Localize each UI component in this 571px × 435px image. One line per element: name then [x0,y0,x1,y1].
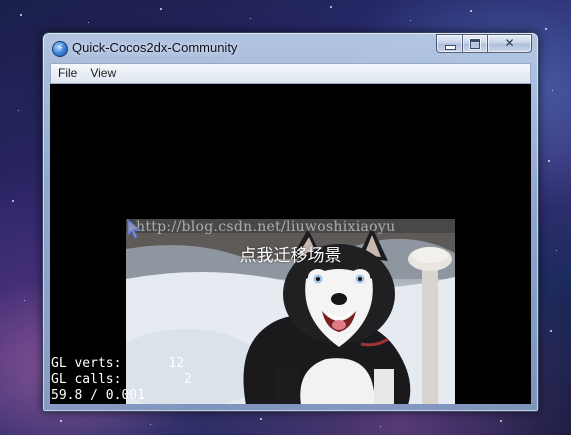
stats-verts-row: GL verts: 12 [51,356,192,372]
window-title: Quick-Cocos2dx-Community [72,40,238,55]
lightning-icon[interactable]: ⚡ [52,41,68,57]
close-icon: ✕ [504,36,515,50]
watermark-text: http://blog.csdn.net/liuwoshixiaoyu [136,219,396,235]
stats-verts-value: 12 [168,356,185,371]
menu-view[interactable]: View [83,64,122,83]
game-view[interactable]: http://blog.csdn.net/liuwoshixiaoyu 点我迁移… [50,84,531,404]
stats-calls-row: GL calls: 2 [51,372,192,388]
stats-calls-value: 2 [184,372,192,387]
stats-fps-row: 59.8 / 0.001 [51,388,145,403]
switch-scene-button[interactable]: 点我迁移场景 [126,241,455,266]
menu-file[interactable]: File [51,64,83,83]
cursor-icon [127,219,142,239]
stats-calls-label: GL calls: [51,372,122,387]
app-window: ⚡ Quick-Cocos2dx-Community ✕ File View h… [42,32,539,412]
menu-bar: File View [50,63,531,84]
close-button[interactable]: ✕ [487,34,532,53]
stats-verts-label: GL verts: [51,356,122,371]
stats-overlay: GL verts: 12 GL calls: 2 59.8 / 0.001 [50,356,192,404]
caption-buttons: ✕ [436,34,532,53]
maximize-icon [470,39,480,49]
maximize-button[interactable] [462,34,487,53]
minimize-icon [445,45,456,50]
title-bar[interactable]: ⚡ Quick-Cocos2dx-Community ✕ [43,33,538,63]
minimize-button[interactable] [436,34,462,53]
